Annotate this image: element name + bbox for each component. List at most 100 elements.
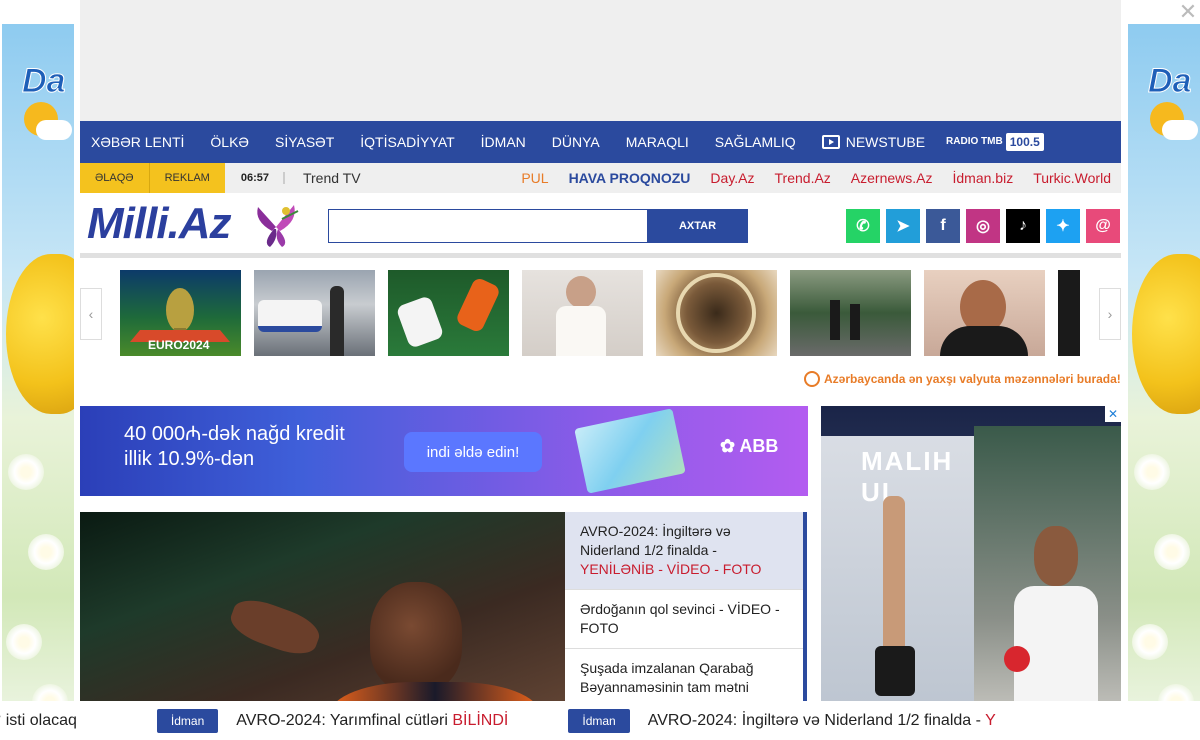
contact-button[interactable]: ƏLAQƏ xyxy=(80,163,149,193)
bird-image xyxy=(6,254,74,414)
right-sidebar-ad[interactable]: MALIH UL ✕ xyxy=(821,406,1121,740)
euro2024-label: EURO2024 xyxy=(148,338,210,352)
flower-image xyxy=(1132,624,1168,660)
instagram-icon[interactable]: ◎ xyxy=(966,209,1000,243)
bird-image xyxy=(1132,254,1200,414)
ticker-tag-idman[interactable]: İdman xyxy=(568,708,630,733)
ads-button[interactable]: REKLAM xyxy=(148,163,225,193)
twitter-icon[interactable]: ✦ xyxy=(1046,209,1080,243)
clock: 06:57 xyxy=(225,172,285,184)
ad-close-icon[interactable]: ✕ xyxy=(1105,406,1121,422)
currency-rates-link[interactable]: Azərbaycanda ən yaxşı valyuta məzənnələr… xyxy=(804,371,1121,387)
carousel-thumb-zodiac[interactable] xyxy=(656,270,777,356)
news-item[interactable]: Ərdoğanın qol sevinci - VİDEO - FOTO xyxy=(565,590,803,649)
banner-headline: 40 000₼-dək nağd kredit illik 10.9%-dən xyxy=(124,422,345,472)
header-divider xyxy=(80,253,1121,258)
link-hava-proqnozu[interactable]: HAVA PROQNOZU xyxy=(569,170,691,186)
ad-panel-karate xyxy=(974,426,1121,740)
nav-item-newstube-label: NEWSTUBE xyxy=(845,134,926,150)
carousel-prev-button[interactable]: ‹ xyxy=(80,288,102,340)
flower-image xyxy=(6,624,42,660)
nav-item-maraqli[interactable]: MARAQLI xyxy=(613,134,702,150)
news-item[interactable]: AVRO-2024: İngiltərə və Niderland 1/2 fi… xyxy=(565,512,803,590)
nav-item-dunya[interactable]: DÜNYA xyxy=(539,134,613,150)
carousel-thumb-football[interactable] xyxy=(388,270,509,356)
abb-logo-icon: ✿ xyxy=(720,436,740,456)
currency-rates-label: Azərbaycanda ən yaxşı valyuta məzənnələr… xyxy=(824,372,1121,386)
flower-image xyxy=(1154,534,1190,570)
link-pul[interactable]: PUL xyxy=(521,170,548,186)
search-button[interactable]: AXTAR xyxy=(647,209,748,243)
nav-item-siyaset[interactable]: SİYASƏT xyxy=(262,134,347,150)
tiktok-icon[interactable]: ♪ xyxy=(1006,209,1040,243)
banner-cta-button[interactable]: indi əldə edin! xyxy=(404,432,542,472)
social-icons: ✆ ➤ f ◎ ♪ ✦ @ xyxy=(846,209,1120,243)
abb-brand-label: ABB xyxy=(739,436,779,456)
banner-line-1: 40 000₼-dək nağd kredit xyxy=(124,423,345,445)
right-side-ad[interactable]: Da xyxy=(1128,24,1200,740)
link-azernews[interactable]: Azernews.Az xyxy=(851,170,933,186)
currency-icon xyxy=(804,371,820,387)
radio-tmb-logo[interactable]: RADIO TMB 100.5 xyxy=(946,133,1044,151)
cloud-icon xyxy=(1162,120,1198,140)
ticker-item[interactable]: AVRO-2024: İngiltərə və Niderland 1/2 fi… xyxy=(648,712,996,730)
abb-banner-ad[interactable]: 40 000₼-dək nağd kredit illik 10.9%-dən … xyxy=(80,406,808,496)
news-item-text: Şuşada imzalanan Qarabağ Bəyannaməsinin … xyxy=(580,660,754,695)
carousel-thumb-street[interactable] xyxy=(790,270,911,356)
tv-play-icon xyxy=(821,135,840,149)
carousel-thumb-police[interactable] xyxy=(254,270,375,356)
ad-panel-gymnast: MALIH UL xyxy=(821,436,974,740)
ticker-item[interactable]: AVRO-2024: Yarımfinal cütləri BİLİNDİ xyxy=(236,712,508,730)
left-side-ad[interactable]: Da xyxy=(2,24,74,740)
site-header: Milli.Az AXTAR ✆ ➤ f ◎ ♪ ✦ @ xyxy=(80,193,1121,253)
link-day-az[interactable]: Day.Az xyxy=(710,170,754,186)
news-item[interactable]: Şuşada imzalanan Qarabağ Bəyannaməsinin … xyxy=(565,649,803,708)
nav-item-newstube[interactable]: NEWSTUBE xyxy=(809,134,938,150)
ticker-item-text: AVRO-2024: Yarımfinal cütləri xyxy=(236,711,453,729)
abb-logo: ✿ ABB xyxy=(720,436,778,457)
banknotes-image xyxy=(574,408,686,494)
search-input[interactable] xyxy=(328,209,648,243)
link-trend-az[interactable]: Trend.Az xyxy=(775,170,831,186)
partner-links: PUL HAVA PROQNOZU Day.Az Trend.Az Azerne… xyxy=(521,170,1121,186)
whatsapp-icon[interactable]: ✆ xyxy=(846,209,880,243)
nav-item-saglamliq[interactable]: SAĞLAMLIQ xyxy=(702,134,809,150)
banner-line-2: illik 10.9%-dən xyxy=(124,448,255,470)
flower-image xyxy=(1134,454,1170,490)
carousel-thumb-partial[interactable] xyxy=(1058,270,1080,356)
sub-bar: ƏLAQƏ REKLAM 06:57 Trend TV PUL HAVA PRO… xyxy=(80,163,1121,193)
facebook-icon[interactable]: f xyxy=(926,209,960,243)
site-logo[interactable]: Milli.Az xyxy=(87,199,232,249)
top-ad-placeholder xyxy=(80,0,1121,121)
photo-carousel: ‹ EURO2024 › xyxy=(80,270,1121,356)
cloud-icon xyxy=(36,120,72,140)
link-turkic-world[interactable]: Turkic.World xyxy=(1033,170,1111,186)
carousel-thumb-woman-white[interactable] xyxy=(522,270,643,356)
ticker-item-red: Y xyxy=(985,711,996,729)
news-ticker: 7° isti olacaq İdman AVRO-2024: Yarımfin… xyxy=(0,701,1200,740)
nav-item-olke[interactable]: ÖLKƏ xyxy=(197,134,262,150)
player-hand xyxy=(225,592,325,662)
flower-logo-icon xyxy=(257,205,299,247)
side-ad-logo: Da xyxy=(1147,62,1192,101)
carousel-next-button[interactable]: › xyxy=(1099,288,1121,340)
main-nav: XƏBƏR LENTİ ÖLKƏ SİYASƏT İQTİSADİYYAT İD… xyxy=(80,121,1121,163)
news-item-text: AVRO-2024: İngiltərə və Niderland 1/2 fi… xyxy=(580,523,731,558)
ticker-item-text: AVRO-2024: İngiltərə və Niderland 1/2 fi… xyxy=(647,711,986,729)
ticker-lead-text[interactable]: 7° isti olacaq xyxy=(0,712,77,730)
flower-image xyxy=(8,454,44,490)
carousel-thumb-euro2024[interactable]: EURO2024 xyxy=(120,270,241,356)
nav-item-idman[interactable]: İDMAN xyxy=(468,134,539,150)
trend-tv-link[interactable]: Trend TV xyxy=(303,170,361,186)
nav-item-iqtisadiyyat[interactable]: İQTİSADİYYAT xyxy=(347,134,467,150)
close-ad-button[interactable]: ✕ xyxy=(1176,0,1200,24)
carousel-thumb-woman-dark[interactable] xyxy=(924,270,1045,356)
telegram-icon[interactable]: ➤ xyxy=(886,209,920,243)
nav-item-xeber-lenti[interactable]: XƏBƏR LENTİ xyxy=(80,134,197,150)
ad-sign-text: MALIH UL xyxy=(861,446,954,507)
link-idman-biz[interactable]: İdman.biz xyxy=(953,170,1014,186)
ticker-item-red: BİLİNDİ xyxy=(452,711,509,729)
side-ad-logo: Da xyxy=(21,62,66,101)
threads-icon[interactable]: @ xyxy=(1086,209,1120,243)
ticker-tag-idman[interactable]: İdman xyxy=(156,708,219,733)
